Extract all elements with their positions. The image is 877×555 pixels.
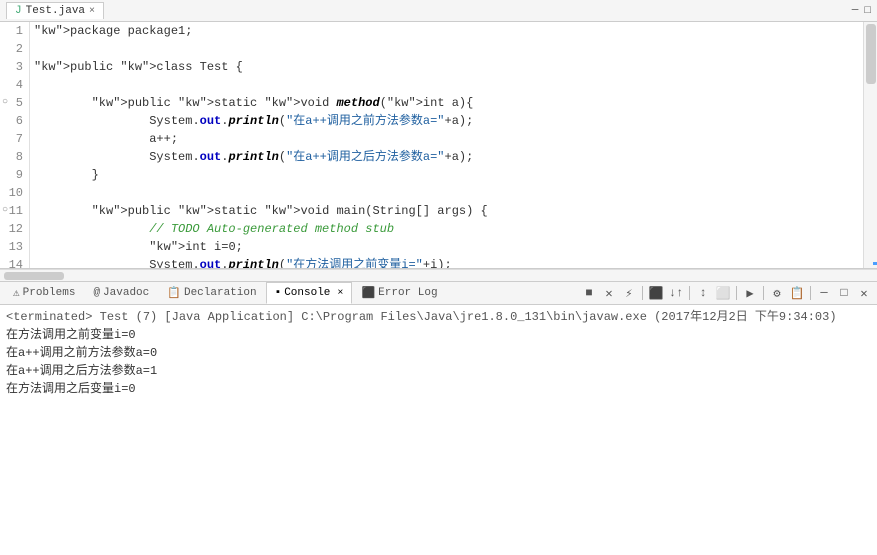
code-lines: "kw">package package1; "kw">public "kw">c… — [30, 22, 863, 268]
code-line: a++; — [34, 130, 859, 148]
toolbar-separator — [689, 286, 690, 300]
line-number: 14 — [6, 256, 23, 268]
line-number: 10 — [6, 184, 23, 202]
scroll-thumb[interactable] — [866, 24, 876, 84]
console-tab-icon: ▪ — [275, 287, 282, 299]
code-line: // TODO Auto-generated method stub — [34, 220, 859, 238]
close-button[interactable]: ✕ — [855, 284, 873, 302]
relaunch-button[interactable]: ⚡ — [620, 284, 638, 302]
code-line — [34, 76, 859, 94]
javadoc-tab-label: Javadoc — [103, 287, 149, 299]
console-line: 在方法调用之后变量i=0 — [6, 380, 871, 398]
toolbar-separator — [763, 286, 764, 300]
code-line: "kw">int i=0; — [34, 238, 859, 256]
title-bar: J Test.java × ─ □ — [0, 0, 877, 22]
line-number: 7 — [6, 130, 23, 148]
h-scroll-thumb[interactable] — [4, 272, 64, 280]
max-button[interactable]: □ — [835, 284, 853, 302]
tab-filename: Test.java — [26, 5, 85, 17]
clear-button[interactable]: ⬛ — [647, 284, 665, 302]
declaration-tab-label: Declaration — [184, 287, 257, 299]
line-number: 3 — [6, 58, 23, 76]
code-line: "kw">public "kw">static "kw">void main(S… — [34, 202, 859, 220]
console-line: 在a++调用之前方法参数a=0 — [6, 344, 871, 362]
console-line: 在方法调用之前变量i=0 — [6, 326, 871, 344]
file-icon: J — [15, 5, 22, 17]
stop-button[interactable]: ■ — [580, 284, 598, 302]
scroll-annotation — [873, 262, 877, 265]
bottom-tab-errorlog[interactable]: ⬛Error Log — [352, 282, 446, 304]
bottom-tab-declaration[interactable]: 📋Declaration — [158, 282, 265, 304]
console-terminated-line: <terminated> Test (7) [Java Application]… — [6, 307, 871, 324]
line-number: 11 — [6, 202, 23, 220]
line-number: 9 — [6, 166, 23, 184]
javadoc-tab-icon: @ — [93, 287, 100, 299]
line-number: 12 — [6, 220, 23, 238]
console-toolbar: ■✕⚡⬛↓↑↕⬜▶⚙📋─□✕ — [580, 284, 873, 302]
line-number: 4 — [6, 76, 23, 94]
line-numbers: 1234567891011121314151617181920 — [0, 22, 30, 268]
code-line: "kw">public "kw">static "kw">void method… — [34, 94, 859, 112]
code-line — [34, 40, 859, 58]
console-output: <terminated> Test (7) [Java Application]… — [0, 305, 877, 555]
code-line: } — [34, 166, 859, 184]
line-number: 6 — [6, 112, 23, 130]
line-number: 8 — [6, 148, 23, 166]
editor-tab[interactable]: J Test.java × — [6, 2, 104, 19]
scroll-lock-button[interactable]: ↓↑ — [667, 284, 685, 302]
view-menu-button[interactable]: ⚙ — [768, 284, 786, 302]
window-controls: ─ □ — [852, 5, 871, 17]
code-line: System.out.println("在a++调用之后方法参数a="+a); — [34, 148, 859, 166]
line-number: 2 — [6, 40, 23, 58]
errorlog-tab-label: Error Log — [378, 287, 437, 299]
console-output-lines: 在方法调用之前变量i=0在a++调用之前方法参数a=0在a++调用之后方法参数a… — [6, 326, 871, 398]
bottom-tab-problems[interactable]: ⚠Problems — [4, 282, 84, 304]
errorlog-tab-icon: ⬛ — [361, 286, 375, 300]
bottom-tabs: ⚠Problems@Javadoc📋Declaration▪Console×⬛E… — [0, 281, 877, 305]
problems-tab-icon: ⚠ — [13, 286, 20, 300]
code-line: System.out.println("在方法调用之前变量i="+i); — [34, 256, 859, 268]
console-tab-label: Console — [284, 287, 330, 299]
line-number: 5 — [6, 94, 23, 112]
horizontal-scrollbar[interactable] — [0, 269, 877, 281]
bottom-tab-console[interactable]: ▪Console × — [266, 282, 353, 304]
code-line: "kw">public "kw">class Test { — [34, 58, 859, 76]
line-number: 1 — [6, 22, 23, 40]
toolbar-separator — [810, 286, 811, 300]
terminate-button[interactable]: ✕ — [600, 284, 618, 302]
problems-tab-label: Problems — [23, 287, 76, 299]
console-line: 在a++调用之后方法参数a=1 — [6, 362, 871, 380]
bottom-tab-javadoc[interactable]: @Javadoc — [84, 282, 158, 304]
declaration-tab-icon: 📋 — [167, 286, 181, 300]
minimize-button[interactable]: ─ — [852, 5, 859, 17]
toolbar-separator — [736, 286, 737, 300]
code-area[interactable]: "kw">package package1; "kw">public "kw">c… — [30, 22, 863, 268]
code-line — [34, 184, 859, 202]
min-button[interactable]: ─ — [815, 284, 833, 302]
maximize-button[interactable]: □ — [864, 5, 871, 17]
line-number: 13 — [6, 238, 23, 256]
open-file-button[interactable]: ▶ — [741, 284, 759, 302]
title-tabs: J Test.java × — [6, 2, 104, 19]
code-line: "kw">package package1; — [34, 22, 859, 40]
pin-button[interactable]: ⬜ — [714, 284, 732, 302]
copy-button[interactable]: 📋 — [788, 284, 806, 302]
close-tab-icon[interactable]: × — [89, 6, 95, 17]
editor-area: 1234567891011121314151617181920 "kw">pac… — [0, 22, 877, 269]
word-wrap-button[interactable]: ↕ — [694, 284, 712, 302]
toolbar-separator — [642, 286, 643, 300]
vertical-scrollbar[interactable] — [863, 22, 877, 268]
code-line: System.out.println("在a++调用之前方法参数a="+a); — [34, 112, 859, 130]
console-tab-close[interactable]: × — [337, 288, 343, 299]
